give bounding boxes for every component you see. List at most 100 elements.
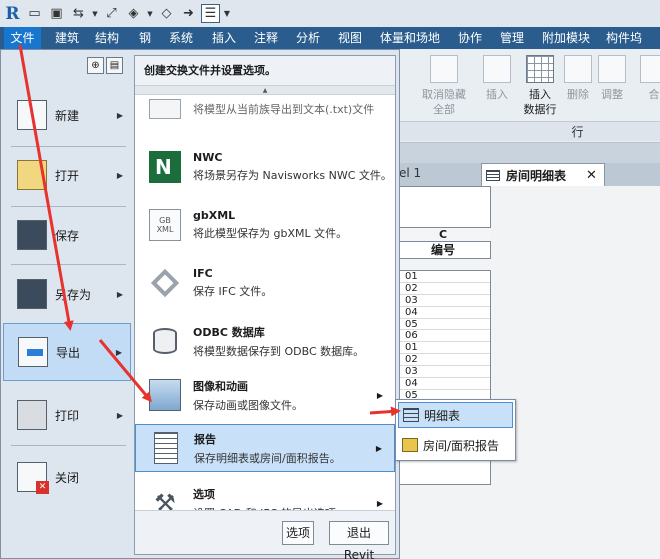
scroll-up-button[interactable]: ▲ (135, 86, 395, 95)
resize-button[interactable]: 调整 (595, 51, 629, 102)
tab-level-1[interactable]: el 1 (399, 166, 421, 180)
item-title: 图像和动画 (193, 379, 248, 393)
tab-massing-site[interactable]: 体量和场地 (380, 27, 440, 49)
menu-item-save-as[interactable]: 另存为 ▶ (3, 265, 131, 323)
menu-item-reports[interactable]: 报告 保存明细表或房间/面积报告。 ▶ (135, 424, 395, 472)
unhide-icon (430, 55, 458, 83)
menu-item-open[interactable]: 打开 ▶ (3, 146, 131, 204)
menu-item-label: 打印 (55, 408, 80, 423)
report-icon (154, 432, 178, 464)
options-button[interactable]: 选项 (282, 521, 314, 545)
delete-row-icon (564, 55, 592, 83)
schedule-icon (403, 408, 419, 422)
tab-analyze[interactable]: 分析 (296, 27, 320, 49)
chevron-down-icon[interactable]: ▼ (91, 4, 99, 23)
menu-item-gbxml[interactable]: GB XML gbXML 将此模型保存为 gbXML 文件。 (135, 202, 395, 248)
ribbon-panel: 取消隐藏 全部 插入 插入 数据行 删除 调整 合 行 (395, 49, 660, 143)
chevron-right-icon: ▶ (116, 170, 123, 180)
menu-item-room-area-report[interactable]: 房间/面积报告 (398, 432, 513, 458)
print-icon (17, 400, 47, 430)
table-row[interactable]: 01 (395, 271, 490, 283)
item-title: IFC (193, 267, 213, 280)
sync-icon[interactable]: ⇆ (69, 4, 88, 23)
tab-architecture[interactable]: 建筑 (55, 27, 79, 49)
tab-steel[interactable]: 钢 (139, 27, 151, 49)
tab-manage[interactable]: 管理 (500, 27, 524, 49)
resize-icon (598, 55, 626, 83)
menu-item-new[interactable]: 新建 ▶ (3, 86, 131, 144)
tag-icon[interactable]: ◇ (157, 4, 176, 23)
close-file-icon: ✕ (17, 462, 49, 494)
menu-item-odbc[interactable]: ODBC 数据库将模型数据保存到 ODBC 数据库。 (135, 318, 395, 364)
open-icon[interactable]: ▭ (25, 4, 44, 23)
save-icon[interactable]: ▣ (47, 4, 66, 23)
gbxml-icon: GB XML (149, 209, 181, 241)
export-submenu-pane: 创建交换文件并设置选项。 ▲ 将模型从当前族导出到文本(.txt)文件 N NW… (134, 55, 396, 559)
item-title: ODBC 数据库 (193, 325, 265, 339)
tab-component-dock[interactable]: 构件坞 (606, 27, 642, 49)
insert-data-row-button[interactable]: 插入 数据行 (517, 51, 563, 117)
tab-room-schedule[interactable]: 房间明细表 ✕ (481, 163, 605, 186)
menu-item-family-types[interactable]: 将模型从当前族导出到文本(.txt)文件 (135, 96, 395, 122)
delete-label: 删除 (567, 88, 589, 101)
merge-button[interactable]: 合 (639, 51, 660, 102)
table-row[interactable]: 04 (395, 378, 490, 390)
reports-submenu: 明细表 房间/面积报告 (395, 399, 516, 461)
exit-revit-button[interactable]: 退出 Revit (329, 521, 389, 559)
quick-access-toolbar: R ▭ ▣ ⇆ ▼ ⤢ ◈ ▼ ◇ ➜ ☰ ▼ (0, 0, 660, 27)
menu-item-nwc[interactable]: N NWC 将场景另存为 Navisworks NWC 文件。 (135, 144, 395, 190)
model-icon[interactable]: ◈ (124, 4, 143, 23)
menu-item-close[interactable]: ✕ 关闭 (3, 448, 131, 506)
insert-button[interactable]: 插入 (477, 51, 517, 102)
customize-icon[interactable]: ▼ (223, 4, 231, 23)
delete-button[interactable]: 删除 (561, 51, 595, 102)
table-row[interactable]: 02 (395, 283, 490, 295)
revit-logo-icon[interactable]: R (3, 4, 22, 24)
menu-item-export[interactable]: 导出 ▶ (3, 323, 131, 381)
menu-item-save[interactable]: 保存 (3, 206, 131, 264)
measure-icon[interactable]: ⤢ (102, 4, 121, 23)
menu-item-ifc[interactable]: IFC 保存 IFC 文件。 (135, 260, 395, 306)
table-row[interactable]: 03 (395, 295, 490, 307)
menu-item-images-animations[interactable]: 图像和动画 保存动画或图像文件。 ▶ (135, 372, 395, 418)
table-row[interactable]: 03 (395, 366, 490, 379)
tab-systems[interactable]: 系统 (169, 27, 193, 49)
chevron-down-icon[interactable]: ▼ (146, 4, 154, 23)
insert-row-icon (483, 55, 511, 83)
unhide-all-button[interactable]: 取消隐藏 全部 (420, 51, 468, 117)
table-row[interactable]: 06 (395, 330, 490, 343)
table-row[interactable]: 05 (395, 319, 490, 331)
tab-view[interactable]: 视图 (338, 27, 362, 49)
chevron-right-icon: ▶ (376, 498, 383, 508)
menu-footer: 选项 退出 Revit (135, 510, 395, 559)
menu-item-print[interactable]: 打印 ▶ (3, 386, 131, 444)
merge-icon (640, 55, 660, 83)
item-title: 选项 (193, 487, 215, 501)
item-description: 保存动画或图像文件。 (193, 398, 303, 412)
schedule-icon (486, 169, 500, 181)
item-description: 将模型数据保存到 ODBC 数据库。 (193, 344, 365, 358)
chevron-right-icon: ▶ (375, 443, 382, 453)
tab-collaborate[interactable]: 协作 (458, 27, 482, 49)
close-icon[interactable]: ✕ (586, 168, 597, 183)
column-letter[interactable]: C (395, 227, 491, 242)
open-documents-icon[interactable]: ▤ (106, 57, 123, 74)
item-description: 保存明细表或房间/面积报告。 (194, 451, 341, 465)
table-row[interactable]: 02 (395, 354, 490, 367)
tab-insert[interactable]: 插入 (212, 27, 236, 49)
menu-item-label: 另存为 (55, 287, 92, 302)
tab-file[interactable]: 文件 (4, 27, 41, 49)
tab-addins[interactable]: 附加模块 (542, 27, 590, 49)
column-header[interactable]: 编号 (395, 242, 491, 259)
item-description: 保存 IFC 文件。 (193, 285, 273, 298)
ribbon-tab-bar: 文件 建筑 结构 钢 系统 插入 注释 分析 视图 体量和场地 协作 管理 附加… (0, 27, 660, 49)
recent-documents-icon[interactable]: ⊕ (87, 57, 104, 74)
tab-structure[interactable]: 结构 (95, 27, 119, 49)
arrow-right-icon[interactable]: ➜ (179, 4, 198, 23)
tab-annotate[interactable]: 注释 (254, 27, 278, 49)
thin-lines-icon[interactable]: ☰ (201, 4, 220, 23)
item-title: gbXML (193, 209, 236, 222)
table-row[interactable]: 01 (395, 342, 490, 355)
table-row[interactable]: 04 (395, 307, 490, 319)
menu-item-schedule[interactable]: 明细表 (398, 402, 513, 428)
